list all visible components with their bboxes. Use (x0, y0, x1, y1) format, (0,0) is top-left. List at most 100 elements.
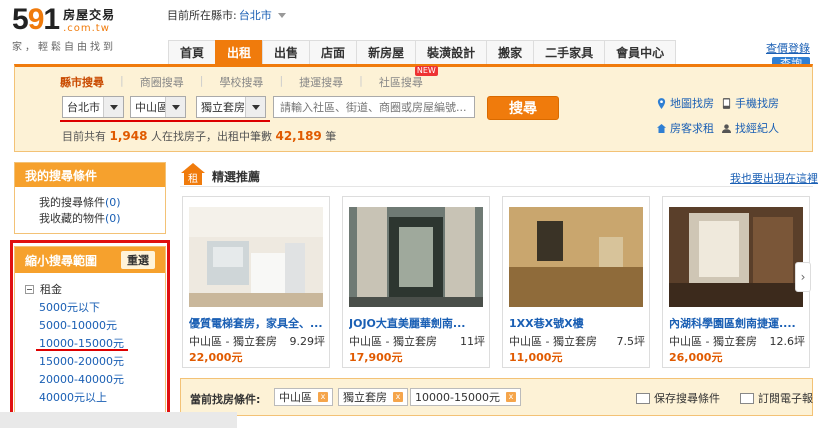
listing-size: 7.5坪 (616, 335, 646, 348)
tenant-request-label: 房客求租 (670, 122, 714, 135)
find-broker-link[interactable]: 找經紀人 (722, 120, 779, 136)
tab-area-search[interactable]: 商圈搜尋 (140, 74, 184, 90)
listing-card[interactable]: 1XX巷X號X樓 中山區 - 獨立套房 7.5坪 11,000元 (502, 196, 650, 368)
close-icon[interactable]: x (318, 392, 328, 402)
chevron-down-icon[interactable] (103, 97, 123, 117)
tab-separator: | (199, 74, 204, 87)
house-icon (657, 123, 666, 133)
close-icon[interactable]: x (505, 392, 516, 402)
listing-card[interactable]: JOJO大直美麗華劍南... 中山區 - 獨立套房 11坪 17,900元 (342, 196, 490, 368)
subscribe-link[interactable]: 訂閱電子報 (740, 390, 813, 406)
listing-card[interactable]: 優質電梯套房，家具全、... 中山區 - 獨立套房 9.29坪 22,000元 (182, 196, 330, 368)
save-search-link[interactable]: 保存搜尋條件 (636, 390, 720, 406)
svg-text:租: 租 (188, 172, 198, 185)
nav-item-member[interactable]: 會員中心 (604, 40, 677, 64)
favorites-count: (0) (105, 212, 121, 225)
listing-area: 中山區 - 獨立套房 (349, 335, 437, 348)
search-button[interactable]: 搜尋 (487, 96, 559, 120)
chevron-down-icon[interactable] (245, 97, 265, 117)
saved-conditions-label: 我的搜尋條件 (39, 196, 105, 209)
chevron-right-icon[interactable]: › (795, 262, 811, 292)
condition-chip: 10000-15000元 x (410, 388, 521, 406)
tab-city-search[interactable]: 縣市搜尋 (60, 74, 104, 90)
tab-community-search[interactable]: 社區搜尋 NEW (379, 66, 438, 90)
listing-title[interactable]: 1XX巷X號X樓 (509, 315, 649, 331)
listing-area: 中山區 - 獨立套房 (509, 335, 597, 348)
location-city[interactable]: 台北市 (239, 7, 272, 23)
listing-size: 12.6坪 (769, 335, 806, 348)
nav-item-shop[interactable]: 店面 (309, 40, 358, 64)
rent-house-icon: 租 (181, 163, 205, 185)
my-conditions-panel: 我的搜尋條件 我的搜尋條件(0) 我收藏的物件(0) (14, 162, 166, 234)
price-register-link[interactable]: 查價登錄 (766, 40, 810, 56)
chevron-down-icon[interactable] (277, 12, 286, 18)
site-logo[interactable]: 5 9 1 房屋交易 .com.tw 家，輕鬆自由找到 (12, 3, 162, 54)
listing-price: 11,000元 (509, 351, 563, 364)
district-select-value: 中山區 (135, 101, 168, 114)
phone-icon (722, 97, 731, 109)
mobile-search-link[interactable]: 手機找房 (722, 95, 779, 111)
logo-digit: 1 (43, 3, 60, 36)
chip-label: 中山區 (279, 391, 312, 404)
divider (180, 186, 813, 187)
listing-photo[interactable] (669, 207, 803, 307)
nav-item-furniture[interactable]: 二手家具 (533, 40, 606, 64)
tab-school-search[interactable]: 學校搜尋 (219, 74, 263, 90)
search-tabs: 縣市搜尋 | 商圈搜尋 | 學校搜尋 | 捷運搜尋 | 社區搜尋 NEW (60, 66, 438, 90)
condition-chip: 獨立套房 x (338, 388, 408, 406)
advertise-link[interactable]: 我也要出現在這裡 (730, 170, 818, 186)
location-label: 目前所在縣市: (167, 9, 237, 22)
keyword-search-input[interactable] (273, 96, 475, 118)
featured-title: 精選推薦 (212, 170, 261, 184)
panel-title: 我的搜尋條件 (15, 163, 165, 187)
close-icon[interactable]: x (393, 392, 403, 402)
type-select-value: 獨立套房 (201, 101, 245, 114)
tenant-request-link[interactable]: 房客求租 (657, 120, 714, 136)
nav-item-rent[interactable]: 出租 (215, 40, 264, 64)
nav-item-sale[interactable]: 出售 (262, 40, 311, 64)
listing-title[interactable]: 內湖科學園區劍南捷運.... (669, 315, 809, 331)
city-select[interactable]: 台北市 (62, 96, 124, 118)
favorites-link[interactable]: 我收藏的物件(0) (15, 211, 165, 227)
location-selector[interactable]: 目前所在縣市: 台北市 (167, 7, 286, 23)
listing-photo[interactable] (349, 207, 483, 307)
chevron-down-icon[interactable] (165, 97, 185, 117)
listing-card[interactable]: 內湖科學園區劍南捷運.... 中山區 - 獨立套房 12.6坪 26,000元 (662, 196, 810, 368)
new-badge: NEW (414, 66, 438, 76)
chip-label: 10000-15000元 (415, 391, 500, 404)
saved-conditions-link[interactable]: 我的搜尋條件(0) (15, 195, 165, 211)
listing-title[interactable]: 優質電梯套房，家具全、... (189, 315, 329, 331)
type-select[interactable]: 獨立套房 (196, 96, 266, 118)
tab-separator: | (279, 74, 284, 87)
stats-mid: 人在找房子，出租中筆數 (150, 130, 272, 143)
save-search-label: 保存搜尋條件 (654, 392, 720, 405)
city-select-value: 台北市 (67, 101, 100, 114)
tab-mrt-search[interactable]: 捷運搜尋 (299, 74, 343, 90)
listing-photo[interactable] (509, 207, 643, 307)
nav-item-new-house[interactable]: 新房屋 (356, 40, 417, 64)
subscribe-label: 訂閱電子報 (758, 392, 813, 405)
saved-conditions-count: (0) (105, 196, 121, 209)
main-nav: 首頁 出租 出售 店面 新房屋 裝潢設計 搬家 二手家具 會員中心 (168, 40, 677, 64)
listing-title[interactable]: JOJO大直美麗華劍南... (349, 315, 489, 331)
nav-item-home[interactable]: 首頁 (168, 40, 217, 64)
listing-size: 11坪 (460, 335, 485, 348)
listing-size: 9.29坪 (289, 335, 326, 348)
map-search-label: 地圖找房 (670, 97, 714, 110)
map-search-link[interactable]: 地圖找房 (657, 95, 714, 111)
district-select[interactable]: 中山區 (130, 96, 186, 118)
mail-icon (740, 392, 754, 404)
logo-title: 房屋交易 (63, 8, 116, 22)
listing-photo[interactable] (189, 207, 323, 307)
listing-price: 17,900元 (349, 351, 403, 364)
nav-item-decoration[interactable]: 裝潢設計 (415, 40, 488, 64)
logo-mark: 5 9 1 房屋交易 .com.tw (12, 3, 162, 36)
highlight-underline (60, 120, 270, 122)
listing-area: 中山區 - 獨立套房 (669, 335, 757, 348)
stats-people: 1,948 (109, 129, 148, 143)
envelope-icon (636, 392, 650, 404)
tab-separator: | (120, 74, 124, 87)
nav-item-moving[interactable]: 搬家 (486, 40, 535, 64)
logo-domain: .com.tw (63, 23, 110, 34)
favorites-label: 我收藏的物件 (39, 212, 105, 225)
